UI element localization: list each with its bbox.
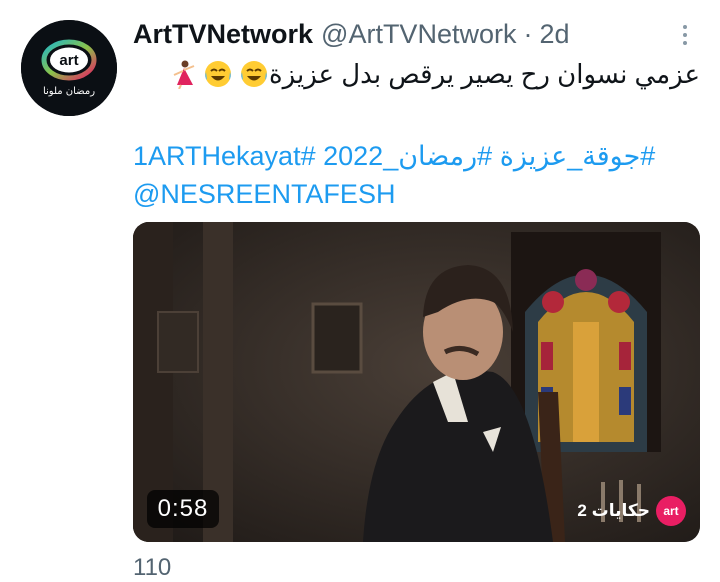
stained-glass-window xyxy=(511,232,661,452)
more-options-icon[interactable] xyxy=(668,18,702,52)
dancer-icon xyxy=(169,59,197,89)
video-duration: 0:58 xyxy=(147,490,219,528)
avatar-logo-text: art xyxy=(59,52,78,69)
channel-watermark: حكايات 2 art xyxy=(577,494,686,528)
art-tv-logo: art رمضان ملونا xyxy=(21,20,117,116)
video-player[interactable]: 0:58 حكايات 2 art xyxy=(133,222,700,542)
tweet-hashtags[interactable]: #جوقة_عزيزة #رمضان_2022 #1ARTHekayat xyxy=(133,138,703,174)
tweet-text: عزمي نسوان رح يصير يرقص بدل عزيزة xyxy=(163,56,700,92)
tweet-mention[interactable]: @NESREENTAFESH xyxy=(133,176,395,212)
display-name[interactable]: ArtTVNetwork xyxy=(133,19,313,50)
avatar[interactable]: art رمضان ملونا xyxy=(21,20,117,116)
channel-logo: art xyxy=(656,496,686,526)
timestamp[interactable]: 2d xyxy=(539,19,569,50)
hashtags-text[interactable]: #جوقة_عزيزة #رمضان_2022 #1ARTHekayat xyxy=(133,141,655,172)
stats-count: 110 xyxy=(133,554,172,581)
tweet-header: ArtTVNetwork @ArtTVNetwork · 2d xyxy=(133,14,570,54)
channel-caption: حكايات 2 xyxy=(577,501,650,520)
user-handle[interactable]: @ArtTVNetwork xyxy=(321,19,516,50)
tweet-stats: 110 xyxy=(133,554,171,582)
crying-laughing-face-icon xyxy=(239,59,269,89)
avatar-caption: رمضان ملونا xyxy=(43,86,95,97)
separator-dot: · xyxy=(523,18,533,49)
crying-laughing-face-icon xyxy=(203,59,233,89)
tweet-text-content: عزمي نسوان رح يصير يرقص بدل عزيزة xyxy=(269,58,700,89)
mention-text[interactable]: @NESREENTAFESH xyxy=(133,179,395,210)
